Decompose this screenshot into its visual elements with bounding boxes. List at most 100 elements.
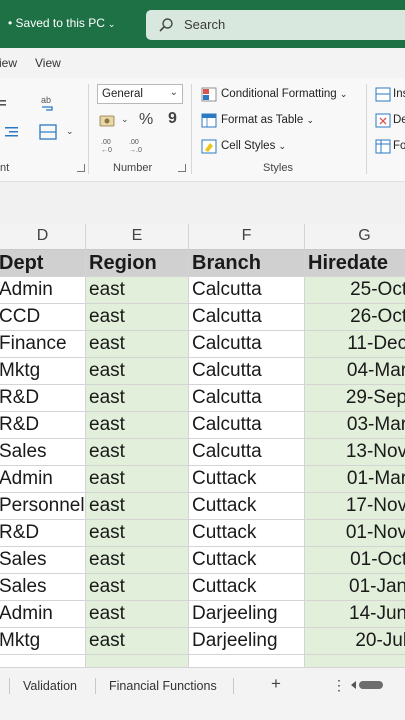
cell-branch[interactable]: Cuttack: [189, 520, 305, 547]
cell-hiredate[interactable]: 25-Oct-8: [305, 277, 405, 304]
cell-region[interactable]: east: [86, 574, 189, 601]
merge-center-icon[interactable]: [39, 124, 57, 140]
cell-dept[interactable]: Sales: [0, 574, 86, 601]
cell-partial[interactable]: [86, 655, 189, 667]
number-format-select[interactable]: General ⌄: [97, 84, 183, 104]
cell-hiredate[interactable]: 01-Oct-8: [305, 547, 405, 574]
cell-hiredate[interactable]: 26-Oct-8: [305, 304, 405, 331]
cell-hiredate[interactable]: 11-Dec-8: [305, 331, 405, 358]
cell-region[interactable]: east: [86, 304, 189, 331]
cell-dept[interactable]: Sales: [0, 547, 86, 574]
cell-dept[interactable]: Finance: [0, 331, 86, 358]
indent-icon[interactable]: [0, 98, 8, 108]
merge-dropdown-icon[interactable]: ⌄: [66, 126, 74, 137]
cell-hiredate[interactable]: 20-Jul-7: [305, 628, 405, 655]
delete-cells-button[interactable]: De: [375, 111, 405, 131]
cell-dept[interactable]: Personnel: [0, 493, 86, 520]
cell-styles-button[interactable]: Cell Styles ⌄: [201, 137, 361, 157]
spreadsheet-grid[interactable]: D E F G Dept Region Branch Hiredate Admin eas…: [0, 224, 405, 667]
tab-review[interactable]: iew: [0, 56, 17, 70]
column-header-d[interactable]: D: [0, 224, 86, 250]
cell-branch[interactable]: Cuttack: [189, 493, 305, 520]
save-status[interactable]: • Saved to this PC ⌄: [8, 16, 115, 30]
increase-decimal-icon[interactable]: .00 ←0: [99, 136, 119, 154]
cell-partial[interactable]: [305, 655, 405, 667]
column-header-f[interactable]: F: [189, 224, 305, 250]
cell-branch[interactable]: Calcutta: [189, 331, 305, 358]
cell-branch[interactable]: Calcutta: [189, 304, 305, 331]
cell-region[interactable]: east: [86, 547, 189, 574]
cell-hiredate[interactable]: 04-Mar-9: [305, 358, 405, 385]
more-options-icon[interactable]: ⋮: [332, 677, 346, 694]
conditional-formatting-button[interactable]: Conditional Formatting ⌄: [201, 85, 361, 105]
format-as-table-button[interactable]: Format as Table ⌄: [201, 111, 361, 131]
number-launcher-icon[interactable]: [178, 164, 186, 172]
cell-dept[interactable]: Mktg: [0, 358, 86, 385]
horizontal-scrollbar[interactable]: [351, 680, 385, 690]
sheet-tab-financial-functions[interactable]: Financial Functions: [109, 679, 217, 693]
cell-region[interactable]: east: [86, 385, 189, 412]
cell-branch[interactable]: Cuttack: [189, 547, 305, 574]
decrease-decimal-icon[interactable]: .00 →.0: [127, 136, 147, 154]
cell-hiredate[interactable]: 17-Nov-9: [305, 493, 405, 520]
cell-branch[interactable]: Cuttack: [189, 466, 305, 493]
column-header-e[interactable]: E: [86, 224, 189, 250]
tab-view[interactable]: View: [35, 56, 61, 70]
wrap-text-icon[interactable]: ab: [40, 94, 56, 112]
column-header-g[interactable]: G: [305, 224, 405, 250]
cell-hiredate[interactable]: 29-Sep-9: [305, 385, 405, 412]
search-box[interactable]: Search: [146, 10, 405, 40]
add-sheet-button[interactable]: +: [271, 674, 281, 694]
cell-dept[interactable]: Mktg: [0, 628, 86, 655]
cell-hiredate[interactable]: 13-Nov-7: [305, 439, 405, 466]
percent-style-button[interactable]: %: [139, 111, 153, 129]
cell-dept[interactable]: Admin: [0, 601, 86, 628]
cell-branch[interactable]: Calcutta: [189, 412, 305, 439]
cell-dept[interactable]: Sales: [0, 439, 86, 466]
cell-hiredate[interactable]: 03-Mar-9: [305, 412, 405, 439]
cell-region[interactable]: east: [86, 601, 189, 628]
cell-region[interactable]: east: [86, 628, 189, 655]
header-cell-dept[interactable]: Dept: [0, 250, 86, 277]
cell-region[interactable]: east: [86, 412, 189, 439]
accounting-format-icon[interactable]: [99, 114, 117, 128]
cell-region[interactable]: east: [86, 358, 189, 385]
cell-region[interactable]: east: [86, 520, 189, 547]
format-cells-button[interactable]: Fo: [375, 137, 405, 157]
cell-branch[interactable]: Calcutta: [189, 385, 305, 412]
cell-partial[interactable]: [0, 655, 86, 667]
cell-hiredate[interactable]: 01-Jan-7: [305, 574, 405, 601]
insert-cells-button[interactable]: Ins: [375, 85, 405, 105]
sheet-tab-validation[interactable]: Validation: [23, 679, 77, 693]
cell-hiredate[interactable]: 01-Mar-8: [305, 466, 405, 493]
cell-branch[interactable]: Calcutta: [189, 439, 305, 466]
cell-region[interactable]: east: [86, 466, 189, 493]
alignment-launcher-icon[interactable]: [77, 164, 85, 172]
cell-branch[interactable]: Cuttack: [189, 574, 305, 601]
cell-hiredate[interactable]: 14-Jun-9: [305, 601, 405, 628]
comma-style-button[interactable]: 9: [168, 110, 177, 128]
align-right-icon[interactable]: [3, 126, 19, 140]
header-cell-hiredate[interactable]: Hiredate: [305, 250, 405, 277]
accounting-dropdown-icon[interactable]: ⌄: [121, 114, 129, 125]
cell-dept[interactable]: R&D: [0, 520, 86, 547]
cell-region[interactable]: east: [86, 439, 189, 466]
cell-branch[interactable]: Darjeeling: [189, 601, 305, 628]
header-cell-branch[interactable]: Branch: [189, 250, 305, 277]
cell-dept[interactable]: R&D: [0, 412, 86, 439]
cell-dept[interactable]: CCD: [0, 304, 86, 331]
save-status-label: • Saved to this PC: [8, 16, 105, 30]
cell-region[interactable]: east: [86, 277, 189, 304]
cell-dept[interactable]: Admin: [0, 466, 86, 493]
cell-branch[interactable]: Darjeeling: [189, 628, 305, 655]
cell-region[interactable]: east: [86, 331, 189, 358]
cell-styles-icon: [201, 139, 217, 154]
cell-branch[interactable]: Calcutta: [189, 358, 305, 385]
header-cell-region[interactable]: Region: [86, 250, 189, 277]
cell-hiredate[interactable]: 01-Nov-8: [305, 520, 405, 547]
cell-partial[interactable]: [189, 655, 305, 667]
cell-region[interactable]: east: [86, 493, 189, 520]
cell-branch[interactable]: Calcutta: [189, 277, 305, 304]
cell-dept[interactable]: Admin: [0, 277, 86, 304]
cell-dept[interactable]: R&D: [0, 385, 86, 412]
